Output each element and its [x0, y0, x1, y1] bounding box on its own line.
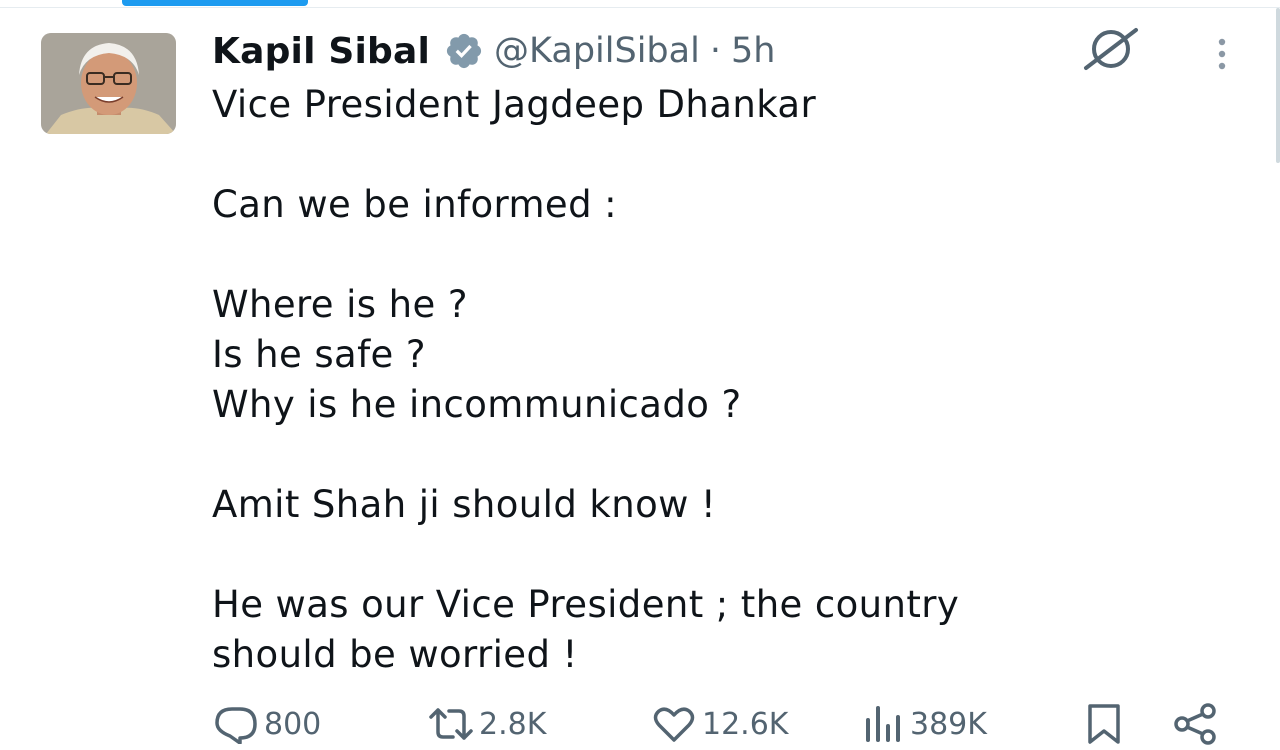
- tweet-line: Where is he ?: [212, 283, 468, 326]
- share-icon: [1170, 702, 1220, 746]
- repost-count: 2.8K: [479, 706, 547, 742]
- tweet-actions: 800 2.8K 12.6K 389K: [212, 696, 1232, 750]
- reply-count: 800: [264, 706, 322, 742]
- avatar-photo-icon: [41, 33, 176, 134]
- reply-button[interactable]: 800: [212, 696, 321, 750]
- bookmark-icon: [1082, 702, 1126, 746]
- scrollbar[interactable]: [1276, 8, 1280, 163]
- separator-dot: ·: [709, 31, 721, 71]
- grok-icon[interactable]: [1080, 26, 1142, 72]
- reply-icon: [212, 704, 260, 744]
- tweet-page: Kapil Sibal @KapilSibal · 5h Vice Presid…: [0, 0, 1280, 750]
- like-count: 12.6K: [702, 706, 789, 742]
- tweet-line: Can we be informed :: [212, 183, 617, 226]
- author-name[interactable]: Kapil Sibal: [212, 31, 430, 72]
- repost-icon: [427, 704, 475, 744]
- tweet-line: Is he safe ?: [212, 333, 426, 376]
- views-icon: [862, 704, 906, 744]
- verified-badge-icon[interactable]: [444, 31, 484, 71]
- top-divider: [0, 7, 1280, 8]
- like-icon: [650, 704, 698, 744]
- share-button[interactable]: [1170, 696, 1220, 750]
- like-button[interactable]: 12.6K: [650, 696, 788, 750]
- tweet-line: Vice President Jagdeep Dhankar: [212, 83, 817, 126]
- tweet-timestamp[interactable]: 5h: [731, 31, 775, 71]
- active-tab-indicator: [122, 0, 308, 6]
- bookmark-button[interactable]: [1082, 696, 1126, 750]
- tweet-line: should be worried !: [212, 633, 578, 676]
- tweet-line: He was our Vice President ; the country: [212, 583, 960, 626]
- tweet-line: Amit Shah ji should know !: [212, 483, 717, 526]
- author-handle[interactable]: @KapilSibal: [494, 31, 700, 71]
- views-count: 389K: [910, 706, 987, 742]
- views-button[interactable]: 389K: [862, 696, 987, 750]
- tweet-header: Kapil Sibal @KapilSibal · 5h: [212, 26, 775, 76]
- avatar[interactable]: [41, 33, 176, 134]
- repost-button[interactable]: 2.8K: [427, 696, 546, 750]
- more-options-icon[interactable]: [1210, 36, 1234, 76]
- tweet-line: Why is he incommunicado ?: [212, 383, 742, 426]
